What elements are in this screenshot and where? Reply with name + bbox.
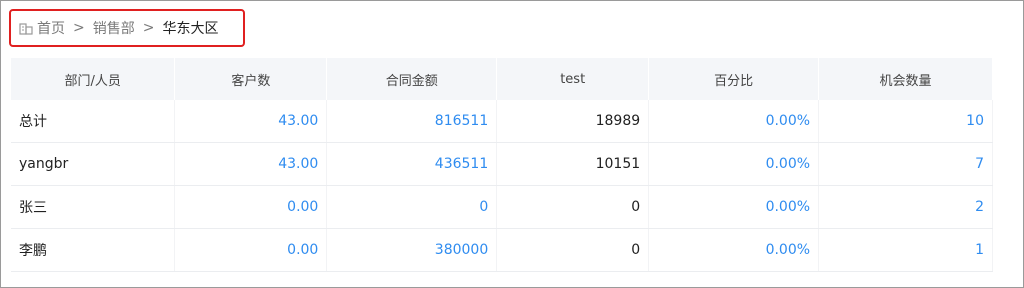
test-value: 10151 — [496, 142, 650, 186]
amount-link[interactable]: 436511 — [326, 142, 498, 186]
table-row: 张三 0.00 0 0 0.00% 2 — [11, 185, 993, 229]
percent-link[interactable]: 0.00% — [648, 185, 820, 229]
column-header-customers[interactable]: 客户数 — [174, 58, 328, 100]
breadcrumb-sales-dept[interactable]: 销售部 — [93, 18, 135, 38]
percent-link[interactable]: 0.00% — [648, 228, 820, 272]
test-value: 18989 — [496, 100, 650, 143]
breadcrumb-current: 华东大区 — [162, 21, 219, 37]
breadcrumb: 首页 > 销售部 > 华东大区 — [9, 9, 245, 47]
percent-link[interactable]: 0.00% — [648, 142, 820, 186]
breadcrumb-separator: > — [73, 20, 85, 36]
amount-link[interactable]: 816511 — [326, 100, 498, 143]
row-name: 总计 — [11, 100, 176, 143]
report-table: 部门/人员 客户数 合同金额 test 百分比 机会数量 总计 43.00 81… — [11, 58, 993, 272]
amount-link[interactable]: 0 — [326, 185, 498, 229]
customers-link[interactable]: 0.00 — [174, 185, 328, 229]
customers-link[interactable]: 0.00 — [174, 228, 328, 272]
table-header-row: 部门/人员 客户数 合同金额 test 百分比 机会数量 — [11, 58, 993, 100]
page-frame: 首页 > 销售部 > 华东大区 部门/人员 客户数 合同金额 test 百分比 … — [0, 0, 1024, 288]
opportunities-link[interactable]: 1 — [818, 228, 993, 272]
column-header-percent[interactable]: 百分比 — [648, 58, 820, 100]
column-header-department[interactable]: 部门/人员 — [11, 58, 176, 100]
column-header-opportunities[interactable]: 机会数量 — [818, 58, 993, 100]
column-header-test[interactable]: test — [496, 58, 650, 100]
customers-link[interactable]: 43.00 — [174, 100, 328, 143]
table-row: yangbr 43.00 436511 10151 0.00% 7 — [11, 142, 993, 186]
building-icon — [19, 21, 33, 35]
breadcrumb-home[interactable]: 首页 — [37, 18, 65, 38]
test-value: 0 — [496, 185, 650, 229]
table-row: 李鹏 0.00 380000 0 0.00% 1 — [11, 228, 993, 272]
column-header-contract-amount[interactable]: 合同金额 — [326, 58, 498, 100]
test-value: 0 — [496, 228, 650, 272]
opportunities-link[interactable]: 10 — [818, 100, 993, 143]
row-name: 李鹏 — [11, 228, 176, 272]
percent-link[interactable]: 0.00% — [648, 100, 820, 143]
row-name: 张三 — [11, 185, 176, 229]
table-row: 总计 43.00 816511 18989 0.00% 10 — [11, 100, 993, 143]
row-name: yangbr — [11, 142, 176, 186]
opportunities-link[interactable]: 7 — [818, 142, 993, 186]
amount-link[interactable]: 380000 — [326, 228, 498, 272]
opportunities-link[interactable]: 2 — [818, 185, 993, 229]
breadcrumb-separator: > — [142, 20, 155, 36]
customers-link[interactable]: 43.00 — [174, 142, 328, 186]
